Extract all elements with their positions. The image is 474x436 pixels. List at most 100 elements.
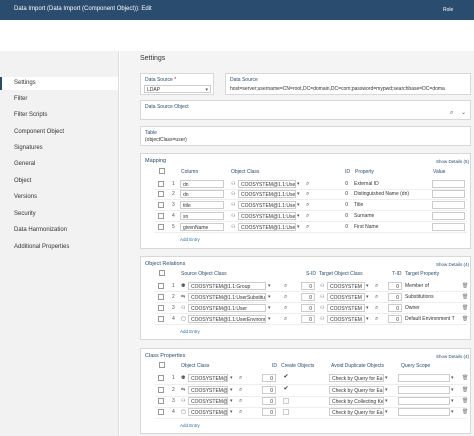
chevron-down-icon[interactable]: ▾ — [297, 224, 300, 230]
row-checkbox[interactable] — [158, 398, 164, 404]
sidebar-item-component-object[interactable]: Component Object — [0, 126, 118, 139]
avoid-duplicates-select[interactable]: Check by Collecting Ke — [329, 397, 384, 405]
trash-icon[interactable]: 🗑 — [462, 398, 468, 404]
chevron-down-icon[interactable]: ▾ — [268, 283, 271, 289]
search-icon[interactable]: ⌕ — [306, 224, 309, 230]
row-checkbox[interactable] — [158, 305, 164, 311]
trash-icon[interactable]: 🗑 — [462, 316, 468, 322]
trash-icon[interactable]: 🗑 — [462, 305, 468, 311]
avoid-duplicates-select[interactable]: Check by Query for Ea — [329, 374, 384, 382]
row-checkbox[interactable] — [158, 191, 164, 197]
trash-icon[interactable]: 🗑 — [462, 409, 468, 415]
chevron-down-icon[interactable]: ▾ — [451, 409, 454, 415]
avoid-duplicates-select[interactable]: Check by Query for Ea — [329, 386, 384, 394]
row-checkbox[interactable] — [158, 283, 164, 289]
classprops-id-input[interactable]: 0 — [262, 397, 276, 405]
mapping-object-class-select[interactable]: COOSYSTEM@1.1:Use — [238, 201, 296, 209]
search-icon[interactable]: ⌕ — [239, 398, 242, 404]
chevron-down-icon[interactable]: ▾ — [268, 316, 271, 322]
data-source-type-select[interactable]: LDAP ▾ — [144, 85, 211, 93]
query-scope-select[interactable] — [398, 408, 450, 416]
chevron-down-icon[interactable]: ▾ — [268, 294, 271, 300]
data-source-value[interactable]: host=server;username=CN=root,DC=domain,D… — [230, 86, 468, 92]
class-properties-show-details[interactable]: Show Details (4) — [436, 354, 469, 359]
search-icon[interactable]: ⌕ — [375, 305, 378, 311]
chevron-down-icon[interactable]: ▾ — [366, 316, 369, 322]
row-checkbox[interactable] — [158, 224, 164, 230]
search-icon[interactable]: ⌕ — [450, 110, 453, 116]
sidebar-item-general[interactable]: General — [0, 158, 118, 171]
create-objects-checkbox-empty[interactable] — [283, 398, 289, 404]
mapping-object-class-select[interactable]: COOSYSTEM@1.1:Use — [238, 190, 296, 198]
sidebar-item-filter[interactable]: Filter — [0, 93, 118, 106]
mapping-column-input[interactable]: sn — [180, 212, 224, 220]
relations-sid-input[interactable]: 0 — [301, 282, 315, 290]
mapping-object-class-select[interactable]: COOSYSTEM@1.1:Use — [238, 180, 296, 188]
trash-icon[interactable]: 🗑 — [462, 375, 468, 381]
chevron-down-icon[interactable]: ⌄ — [461, 110, 466, 116]
query-scope-select[interactable] — [398, 397, 450, 405]
relations-target-select[interactable]: COOSYSTEM — [327, 293, 365, 301]
chevron-down-icon[interactable]: ▾ — [230, 398, 233, 404]
chevron-down-icon[interactable]: ▾ — [385, 387, 388, 393]
class-properties-add-entry[interactable]: Add Entry — [180, 423, 200, 428]
chevron-down-icon[interactable]: ▾ — [297, 181, 300, 187]
sidebar-item-versions[interactable]: Versions — [0, 191, 118, 204]
chevron-down-icon[interactable]: ▾ — [297, 213, 300, 219]
mapping-value-input[interactable] — [432, 180, 465, 188]
chevron-down-icon[interactable]: ▾ — [297, 191, 300, 197]
create-objects-checkbox[interactable]: ✔ — [283, 386, 289, 393]
row-checkbox[interactable] — [158, 202, 164, 208]
search-icon[interactable]: ⌕ — [306, 213, 309, 219]
select-all-checkbox[interactable] — [159, 168, 165, 174]
chevron-down-icon[interactable]: ▾ — [385, 375, 388, 381]
sidebar-item-signatures[interactable]: Signatures — [0, 142, 118, 155]
relations-source-select[interactable]: COOSYSTEM@1.1:UserEnvironment — [188, 315, 266, 323]
mapping-object-class-select[interactable]: COOSYSTEM@1.1:Use — [238, 212, 296, 220]
sidebar-item-security[interactable]: Security — [0, 208, 118, 221]
chevron-down-icon[interactable]: ▾ — [230, 387, 233, 393]
sidebar-item-data-harmonization[interactable]: Data Harmonization — [0, 224, 118, 237]
search-icon[interactable]: ⌕ — [306, 181, 309, 187]
mapping-object-class-select[interactable]: COOSYSTEM@1.1:Use — [238, 223, 296, 231]
chevron-down-icon[interactable]: ▾ — [385, 398, 388, 404]
relations-source-select[interactable]: COOSYSTEM@1.1:User — [188, 304, 266, 312]
row-checkbox[interactable] — [158, 181, 164, 187]
row-checkbox[interactable] — [158, 294, 164, 300]
search-icon[interactable]: ⌕ — [284, 294, 287, 300]
query-scope-select[interactable] — [398, 386, 450, 394]
search-icon[interactable]: ⌕ — [284, 283, 287, 289]
mapping-show-details[interactable]: Show Details (5) — [436, 159, 469, 164]
relations-tid-input[interactable]: 0 — [388, 293, 402, 301]
mapping-value-input[interactable] — [432, 223, 465, 231]
search-icon[interactable]: ⌕ — [284, 316, 287, 322]
search-icon[interactable]: ⌕ — [375, 316, 378, 322]
search-icon[interactable]: ⌕ — [239, 409, 242, 415]
chevron-down-icon[interactable]: ▾ — [268, 305, 271, 311]
chevron-down-icon[interactable]: ▾ — [451, 375, 454, 381]
create-objects-checkbox[interactable]: ✔ — [283, 374, 289, 381]
classprops-id-input[interactable]: 0 — [262, 386, 276, 394]
mapping-value-input[interactable] — [432, 190, 465, 198]
row-checkbox[interactable] — [158, 375, 164, 381]
avoid-duplicates-select[interactable]: Check by Query for Ea — [329, 408, 384, 416]
chevron-down-icon[interactable]: ▾ — [385, 409, 388, 415]
search-icon[interactable]: ⌕ — [375, 294, 378, 300]
chevron-down-icon[interactable]: ▾ — [366, 294, 369, 300]
classprops-object-class-select[interactable]: COOSYSTEM@ — [188, 408, 228, 416]
relations-target-select[interactable]: COOSYSTEM — [327, 304, 365, 312]
mapping-column-input[interactable]: title — [180, 201, 224, 209]
search-icon[interactable]: ⌕ — [306, 191, 309, 197]
classprops-object-class-select[interactable]: COOSYSTEM@ — [188, 397, 228, 405]
search-icon[interactable]: ⌕ — [306, 202, 309, 208]
trash-icon[interactable]: 🗑 — [462, 283, 468, 289]
relations-tid-input[interactable]: 0 — [388, 282, 402, 290]
chevron-down-icon[interactable]: ▾ — [451, 387, 454, 393]
search-icon[interactable]: ⌕ — [284, 305, 287, 311]
row-checkbox[interactable] — [158, 213, 164, 219]
trash-icon[interactable]: 🗑 — [462, 387, 468, 393]
relations-add-entry[interactable]: Add Entry — [180, 329, 200, 334]
chevron-down-icon[interactable]: ▾ — [366, 305, 369, 311]
row-checkbox[interactable] — [158, 316, 164, 322]
relations-target-select[interactable]: COOSYSTEM — [327, 315, 365, 323]
